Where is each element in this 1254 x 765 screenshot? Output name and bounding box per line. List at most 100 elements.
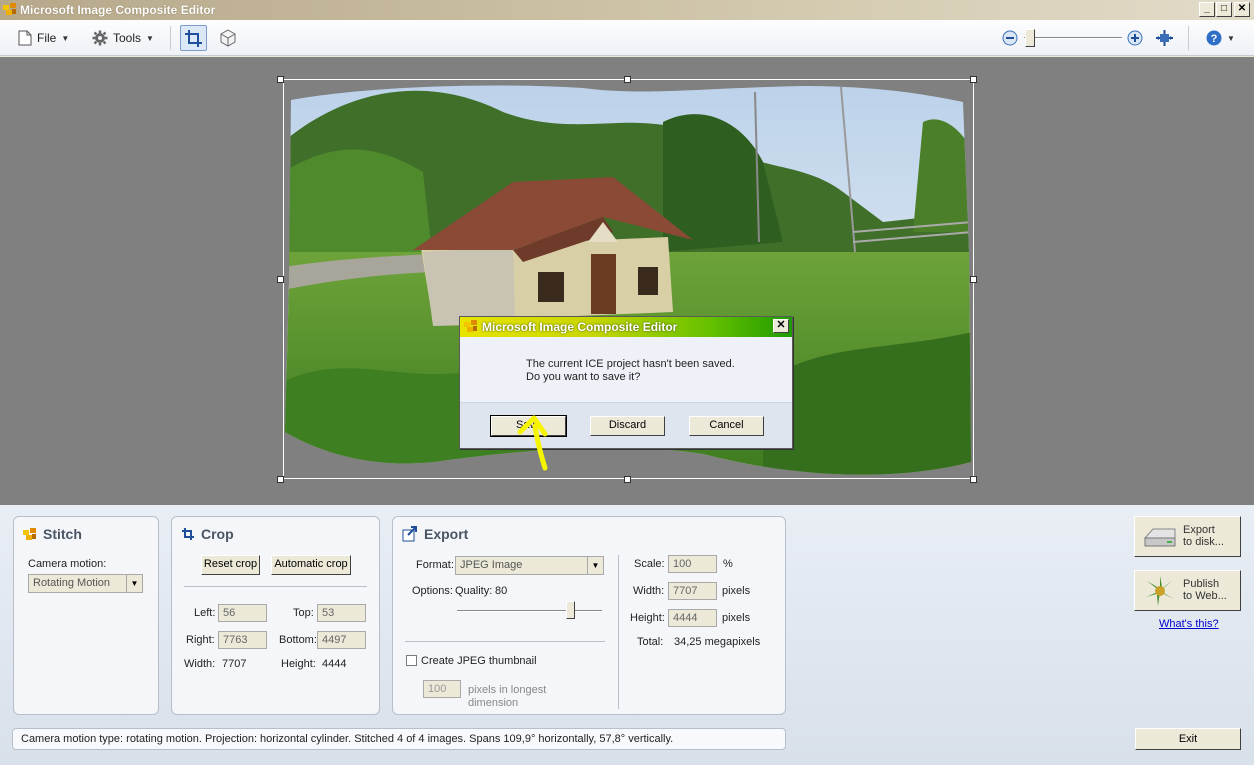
cube-icon	[220, 29, 236, 47]
quality-slider-track[interactable]	[457, 610, 602, 612]
export-to-disk-label: Export to disk...	[1183, 524, 1224, 548]
file-menu[interactable]: File ▼	[18, 28, 69, 48]
zoom-slider-track[interactable]	[1024, 37, 1122, 39]
format-value: JPEG Image	[460, 559, 523, 571]
document-icon	[18, 30, 32, 46]
thumbnail-unit: pixels in longest dimension	[468, 684, 546, 710]
crop-height-value: 4444	[322, 658, 347, 670]
thumbnail-size-field[interactable]: 100	[423, 680, 461, 698]
toolbar: File ▼ Tools ▼ ? ▼	[0, 20, 1254, 56]
minimize-button[interactable]: _	[1199, 2, 1215, 17]
scale-label: Scale:	[634, 558, 665, 570]
camera-motion-select[interactable]: Rotating Motion ▼	[28, 574, 143, 593]
help-menu[interactable]: ? ▼	[1206, 28, 1235, 48]
help-icon: ?	[1206, 30, 1222, 46]
scale-field[interactable]: 100	[668, 555, 717, 573]
export-title-label: Export	[424, 526, 469, 542]
reset-crop-button[interactable]: Reset crop	[201, 555, 260, 575]
zoom-in-icon[interactable]	[1127, 30, 1143, 46]
exit-button[interactable]: Exit	[1135, 728, 1241, 750]
crop-handle[interactable]	[624, 76, 631, 83]
crop-panel: Crop Reset crop Automatic crop Left: 56 …	[171, 516, 380, 715]
chevron-down-icon: ▼	[587, 557, 603, 574]
svg-text:?: ?	[1211, 33, 1218, 45]
automatic-crop-button[interactable]: Automatic crop	[271, 555, 351, 575]
crop-tool-button[interactable]	[180, 25, 207, 51]
tools-menu-label: Tools	[113, 31, 142, 45]
crop-handle[interactable]	[277, 476, 284, 483]
width-unit: pixels	[722, 585, 751, 597]
stitch-title: Stitch	[23, 526, 82, 542]
cancel-button[interactable]: Cancel	[689, 416, 764, 436]
total-value: 34,25 megapixels	[674, 636, 761, 648]
3d-view-button[interactable]	[215, 25, 242, 51]
left-field[interactable]: 56	[218, 604, 267, 622]
divider	[405, 641, 605, 642]
app-icon	[464, 320, 477, 332]
dialog-message-line: The current ICE project hasn't been save…	[526, 358, 735, 370]
crop-width-value: 7707	[222, 658, 247, 670]
export-width-field[interactable]: 7707	[668, 582, 717, 600]
dialog-title-bar: Microsoft Image Composite Editor ✕	[460, 317, 792, 337]
camera-motion-label: Camera motion:	[28, 558, 107, 570]
tools-menu[interactable]: Tools ▼	[92, 28, 154, 48]
export-to-disk-button[interactable]: Export to disk...	[1134, 516, 1241, 557]
chevron-down-icon: ▼	[61, 33, 70, 43]
top-label: Top:	[293, 607, 314, 619]
bottom-field[interactable]: 4497	[317, 631, 366, 649]
dialog-message: The current ICE project hasn't been save…	[526, 358, 735, 384]
file-menu-label: File	[37, 31, 57, 45]
export-to-disk-line: to disk...	[1183, 536, 1224, 548]
export-title: Export	[402, 526, 468, 542]
total-label: Total:	[637, 636, 664, 648]
crop-title: Crop	[181, 526, 234, 542]
right-field[interactable]: 7763	[218, 631, 267, 649]
publish-to-web-label: Publish to Web...	[1183, 578, 1227, 602]
crop-title-label: Crop	[201, 526, 234, 542]
crop-handle[interactable]	[970, 476, 977, 483]
crop-handle[interactable]	[624, 476, 631, 483]
options-label: Options:	[412, 585, 453, 597]
crop-handle[interactable]	[277, 76, 284, 83]
scale-unit: %	[723, 558, 733, 570]
window-title: Microsoft Image Composite Editor	[20, 3, 216, 17]
zoom-out-icon[interactable]	[1002, 30, 1018, 46]
thumbnail-checkbox[interactable]	[406, 655, 417, 666]
format-label: Format:	[416, 559, 454, 571]
maximize-button[interactable]: □	[1216, 2, 1232, 17]
discard-button[interactable]: Discard	[590, 416, 665, 436]
crop-height-label: Height:	[281, 658, 316, 670]
publish-to-web-line: to Web...	[1183, 590, 1227, 602]
save-button[interactable]: Save	[490, 415, 567, 437]
export-panel: Export Format: JPEG Image ▼ Options: Qua…	[392, 516, 786, 715]
photosynth-icon	[1146, 576, 1174, 606]
close-window-button[interactable]: ✕	[1234, 2, 1250, 17]
stitch-icon	[23, 527, 36, 540]
dialog-title: Microsoft Image Composite Editor	[482, 320, 678, 334]
crop-width-label: Width:	[184, 658, 216, 670]
zoom-slider-thumb[interactable]	[1025, 29, 1035, 47]
crop-handle[interactable]	[970, 76, 977, 83]
format-select[interactable]: JPEG Image ▼	[455, 556, 604, 575]
crop-icon	[182, 528, 194, 540]
export-height-field[interactable]: 4444	[668, 609, 717, 627]
quality-label: Quality:	[455, 585, 493, 597]
crop-handle[interactable]	[970, 276, 977, 283]
quality-slider-thumb[interactable]	[565, 601, 575, 619]
chevron-down-icon: ▼	[126, 575, 142, 592]
dialog-close-button[interactable]: ✕	[773, 319, 789, 333]
chevron-down-icon: ▼	[1227, 33, 1235, 43]
export-icon	[402, 526, 417, 542]
publish-to-web-line: Publish	[1183, 578, 1220, 590]
crop-handle[interactable]	[277, 276, 284, 283]
fit-to-window-icon[interactable]	[1155, 29, 1174, 47]
toolbar-separator	[1188, 26, 1189, 50]
thumbnail-label: Create JPEG thumbnail	[421, 655, 537, 667]
chevron-down-icon: ▼	[146, 33, 154, 43]
top-field[interactable]: 53	[317, 604, 366, 622]
publish-to-web-button[interactable]: Publish to Web...	[1134, 570, 1241, 611]
crop-icon	[185, 30, 202, 47]
stitch-title-label: Stitch	[43, 526, 82, 542]
whats-this-link[interactable]: What's this?	[1159, 618, 1219, 630]
export-height-label: Height:	[630, 612, 665, 624]
